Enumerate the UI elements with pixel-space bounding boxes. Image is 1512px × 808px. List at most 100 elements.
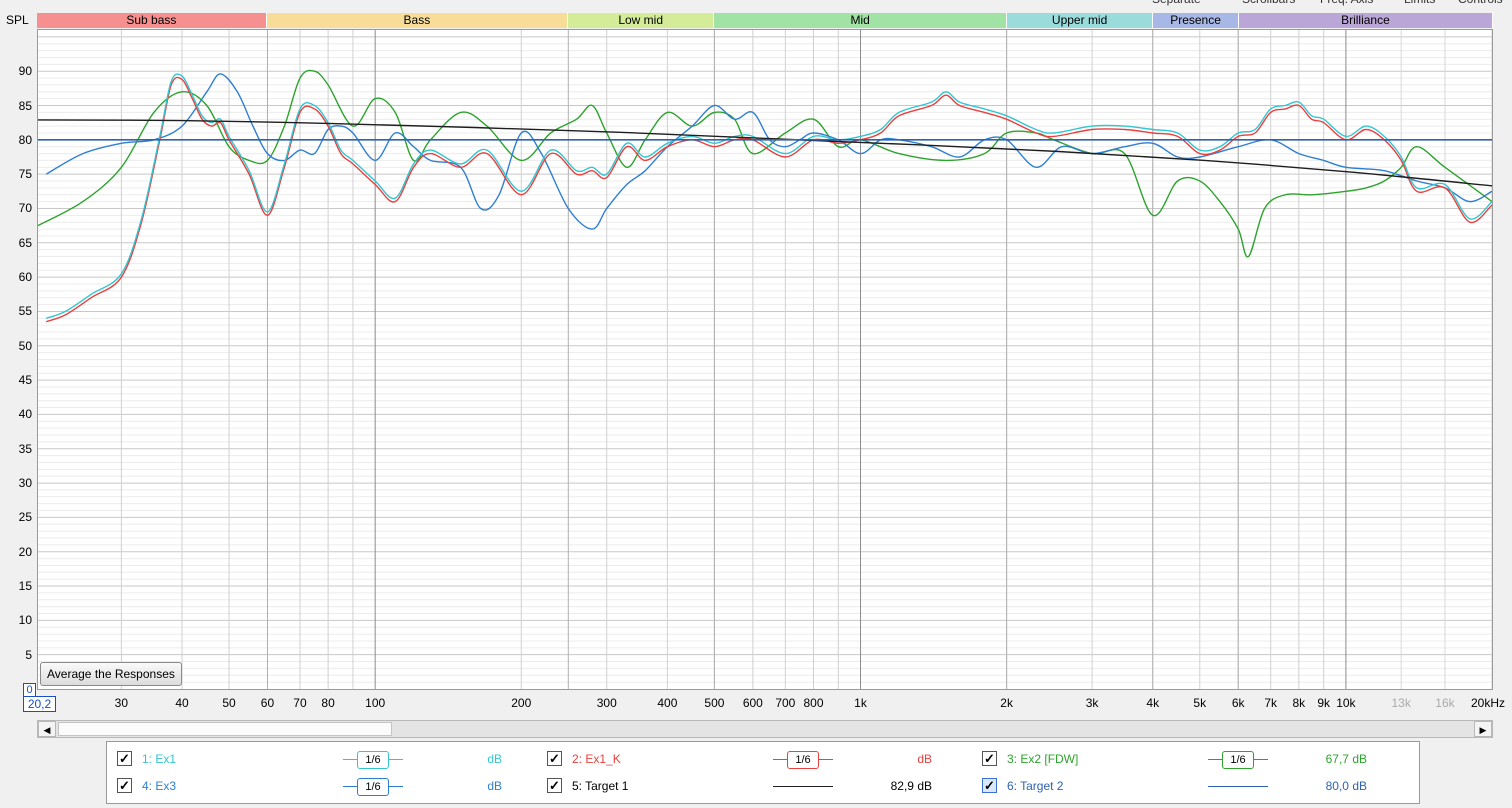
y-tick-label: 50 [18, 338, 32, 353]
y-tick-label: 60 [18, 270, 32, 285]
x-tick-label: 200 [511, 696, 532, 710]
series-line-ex1_k [45, 76, 1492, 323]
series-line-target1 [38, 119, 1492, 187]
legend-checkbox[interactable]: ✓ [547, 778, 562, 793]
x-tick-label: 16k [1435, 696, 1455, 710]
legend-smoothing-control[interactable]: 1/6 [1208, 751, 1268, 769]
x-tick-label: 2k [1000, 696, 1013, 710]
top-menu-item[interactable]: Freq. Axis [1320, 0, 1373, 6]
x-tick-label: 50 [222, 696, 236, 710]
x-tick-label: 20kHz [1470, 696, 1506, 710]
legend-line-swatch [773, 786, 833, 787]
horizontal-scrollbar[interactable]: ◀ ▶ [37, 720, 1493, 738]
x-tick-label: 40 [175, 696, 189, 710]
y-tick-label: 65 [18, 235, 32, 250]
legend-name: 2: Ex1_K [572, 752, 621, 766]
legend-name: 1: Ex1 [142, 752, 177, 766]
band-upper-mid: Upper mid [1006, 13, 1154, 28]
x-tick-label: 13k [1391, 696, 1411, 710]
x-tick-label: 700 [775, 696, 796, 710]
legend-value[interactable]: 80,0 dB [1297, 779, 1367, 793]
y-tick-label: 55 [18, 304, 32, 319]
smoothing-value[interactable]: 1/6 [357, 778, 389, 796]
legend-panel: ✓ 1: Ex1 1/6 dB ✓ 2: Ex1_K 1/6 dB ✓ 3: Ex2 [FDW] 1… [106, 741, 1420, 804]
y-tick-label: 85 [18, 98, 32, 113]
x-tick-label: 100 [365, 696, 386, 710]
legend-checkbox[interactable]: ✓ [982, 778, 997, 793]
legend-name: 5: Target 1 [572, 779, 629, 793]
x-tick-label: 8k [1292, 696, 1306, 710]
band-bass: Bass [266, 13, 569, 28]
smoothing-value[interactable]: 1/6 [357, 751, 389, 769]
band-presence: Presence [1153, 13, 1239, 28]
top-menu-item[interactable]: Controls [1458, 0, 1503, 6]
frequency-band-bar: Sub bass Bass Low mid Mid Upper mid Presence B… [37, 13, 1493, 28]
x-tick-label: 1k [854, 696, 867, 710]
top-menu-item[interactable]: Scrollbars [1242, 0, 1295, 6]
legend-value[interactable]: dB [862, 752, 932, 766]
y-tick-label: 80 [18, 132, 32, 147]
legend-smoothing-control[interactable]: 1/6 [343, 751, 403, 769]
x-tick-label: 4k [1146, 696, 1160, 710]
y-axis: 5 10 15 20 25 30 35 40 45 50 55 60 65 70 75 80 85 90 [0, 29, 36, 690]
legend-line-swatch [1208, 786, 1268, 787]
legend-smoothing-control[interactable]: 1/6 [773, 751, 833, 769]
y-tick-label: 75 [18, 167, 32, 182]
band-mid: Mid [714, 13, 1007, 28]
legend-value[interactable]: 82,9 dB [862, 779, 932, 793]
legend-value[interactable]: dB [432, 779, 502, 793]
legend-name: 3: Ex2 [FDW] [1007, 752, 1079, 766]
y-tick-label: 10 [18, 613, 32, 628]
legend-smoothing-control[interactable]: 1/6 [343, 778, 403, 796]
legend-item-target1: ✓ 5: Target 1 82,9 dB [547, 778, 967, 798]
smoothing-value[interactable]: 1/6 [787, 751, 819, 769]
legend-value[interactable]: 67,7 dB [1297, 752, 1367, 766]
x-tick-label: 10k [1336, 696, 1356, 710]
scroll-thumb[interactable] [58, 722, 392, 736]
legend-checkbox[interactable]: ✓ [117, 751, 132, 766]
legend-checkbox[interactable]: ✓ [117, 778, 132, 793]
legend-checkbox[interactable]: ✓ [547, 751, 562, 766]
scroll-left-icon[interactable]: ◀ [38, 721, 56, 737]
y-axis-label: SPL [6, 13, 29, 27]
y-tick-label: 5 [25, 647, 32, 662]
y-tick-label: 20 [18, 544, 32, 559]
x-tick-label: 300 [596, 696, 617, 710]
band-brilliance: Brilliance [1238, 13, 1493, 28]
top-menu: Separate Scrollbars Freq. Axis Limits Contro… [0, 0, 1512, 6]
legend-value[interactable]: dB [432, 752, 502, 766]
y-tick-label: 25 [18, 510, 32, 525]
chart-svg [38, 30, 1492, 689]
legend-item-target2: ✓ 6: Target 2 80,0 dB [982, 778, 1402, 798]
y-tick-label: 70 [18, 201, 32, 216]
x-tick-label: 500 [704, 696, 725, 710]
x-tick-label: 70 [293, 696, 307, 710]
legend-item-ex1: ✓ 1: Ex1 1/6 dB [117, 751, 537, 771]
legend-name: 4: Ex3 [142, 779, 177, 793]
legend-name: 6: Target 2 [1007, 779, 1064, 793]
legend-checkbox[interactable]: ✓ [982, 751, 997, 766]
y-tick-label: 45 [18, 373, 32, 388]
x-tick-label: 6k [1231, 696, 1245, 710]
y-tick-label: 30 [18, 476, 32, 491]
average-responses-button[interactable]: Average the Responses [40, 662, 182, 686]
x-tick-label: 30 [114, 696, 129, 710]
x-axis: 30 40 50 60 70 80 100 200 300 400 500 600 700 800 1k 2k… [37, 693, 1512, 711]
top-menu-item[interactable]: Limits [1404, 0, 1435, 6]
legend-item-ex3: ✓ 4: Ex3 1/6 dB [117, 778, 537, 798]
band-low-mid: Low mid [568, 13, 715, 28]
x-tick-label: 80 [321, 696, 335, 710]
legend-item-ex2: ✓ 3: Ex2 [FDW] 1/6 67,7 dB [982, 751, 1402, 771]
top-menu-item[interactable]: Separate [1152, 0, 1201, 6]
legend-item-ex1_k: ✓ 2: Ex1_K 1/6 dB [547, 751, 967, 771]
x-tick-label: 600 [742, 696, 763, 710]
smoothing-value[interactable]: 1/6 [1222, 751, 1254, 769]
scroll-right-icon[interactable]: ▶ [1474, 721, 1492, 737]
band-sub-bass: Sub bass [37, 13, 267, 28]
x-tick-label: 60 [260, 696, 275, 710]
plot-area[interactable] [37, 29, 1493, 690]
y-tick-label: 40 [18, 407, 32, 422]
x-tick-label: 5k [1193, 696, 1207, 710]
x-tick-label: 7k [1264, 696, 1278, 710]
y-tick-label: 90 [18, 64, 32, 79]
